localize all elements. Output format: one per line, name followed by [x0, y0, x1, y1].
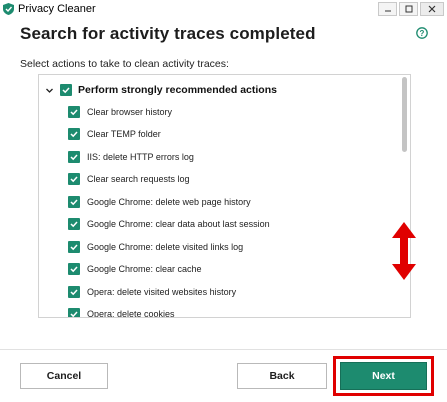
checkmark-icon — [70, 154, 78, 161]
item-label: Google Chrome: clear data about last ses… — [87, 219, 270, 229]
minimize-icon — [384, 10, 391, 12]
actions-list: Perform strongly recommended actions Cle… — [38, 74, 411, 318]
item-checkbox[interactable] — [68, 128, 80, 140]
list-item[interactable]: Clear TEMP folder — [68, 127, 161, 141]
footer-divider — [0, 349, 447, 350]
list-item[interactable]: Clear search requests log — [68, 172, 190, 186]
item-checkbox[interactable] — [68, 196, 80, 208]
minimize-button[interactable] — [378, 2, 397, 16]
action-group-row[interactable]: Perform strongly recommended actions — [45, 83, 277, 97]
back-button[interactable]: Back — [237, 363, 327, 389]
item-label: Google Chrome: delete web page history — [87, 197, 251, 207]
list-item[interactable]: Clear browser history — [68, 105, 172, 119]
list-item[interactable]: Google Chrome: delete visited links log — [68, 240, 243, 254]
list-item[interactable]: IIS: delete HTTP errors log — [68, 150, 194, 164]
checkmark-icon — [70, 266, 78, 273]
item-label: Clear search requests log — [87, 174, 190, 184]
maximize-button[interactable] — [399, 2, 418, 16]
item-checkbox[interactable] — [68, 173, 80, 185]
maximize-icon — [405, 5, 412, 13]
item-label: Google Chrome: clear cache — [87, 264, 202, 274]
checkmark-icon — [70, 221, 78, 228]
list-item[interactable]: Google Chrome: clear data about last ses… — [68, 217, 270, 231]
checkmark-icon — [70, 244, 78, 251]
list-item[interactable]: Google Chrome: clear cache — [68, 262, 202, 276]
item-label: IIS: delete HTTP errors log — [87, 152, 194, 162]
item-checkbox[interactable] — [68, 308, 80, 317]
svg-text:?: ? — [420, 29, 425, 38]
item-label: Clear browser history — [87, 107, 173, 117]
page-title: Search for activity traces completed — [20, 24, 316, 43]
instructions-text: Select actions to take to clean activity… — [20, 58, 229, 70]
item-checkbox[interactable] — [68, 151, 80, 163]
checkmark-icon — [62, 87, 70, 94]
scroll-annotation-arrow-icon — [392, 222, 416, 280]
close-icon — [428, 5, 436, 13]
chevron-down-icon[interactable] — [45, 86, 54, 95]
window-title: Privacy Cleaner — [18, 3, 96, 15]
item-label: Clear TEMP folder — [87, 129, 161, 139]
item-checkbox[interactable] — [68, 286, 80, 298]
item-checkbox[interactable] — [68, 218, 80, 230]
list-item[interactable]: Google Chrome: delete web page history — [68, 195, 251, 209]
title-bar: Privacy Cleaner — [0, 0, 447, 18]
item-checkbox[interactable] — [68, 263, 80, 275]
cancel-button[interactable]: Cancel — [20, 363, 108, 389]
help-icon[interactable]: ? — [416, 27, 428, 39]
next-button[interactable]: Next — [340, 362, 427, 390]
group-label: Perform strongly recommended actions — [78, 84, 277, 96]
scrollbar-thumb[interactable] — [402, 77, 407, 152]
list-item[interactable]: Opera: delete cookies — [68, 307, 175, 318]
close-button[interactable] — [420, 2, 444, 16]
shield-check-icon — [3, 3, 14, 15]
checkmark-icon — [70, 311, 78, 317]
item-label: Opera: delete visited websites history — [87, 287, 237, 297]
item-checkbox[interactable] — [68, 106, 80, 118]
item-label: Opera: delete cookies — [87, 309, 175, 318]
list-item[interactable]: Opera: delete visited websites history — [68, 285, 236, 299]
checkmark-icon — [70, 131, 78, 138]
checkmark-icon — [70, 199, 78, 206]
checkmark-icon — [70, 176, 78, 183]
checkmark-icon — [70, 289, 78, 296]
item-checkbox[interactable] — [68, 241, 80, 253]
checkmark-icon — [70, 109, 78, 116]
item-label: Google Chrome: delete visited links log — [87, 242, 244, 252]
group-checkbox[interactable] — [60, 84, 72, 96]
